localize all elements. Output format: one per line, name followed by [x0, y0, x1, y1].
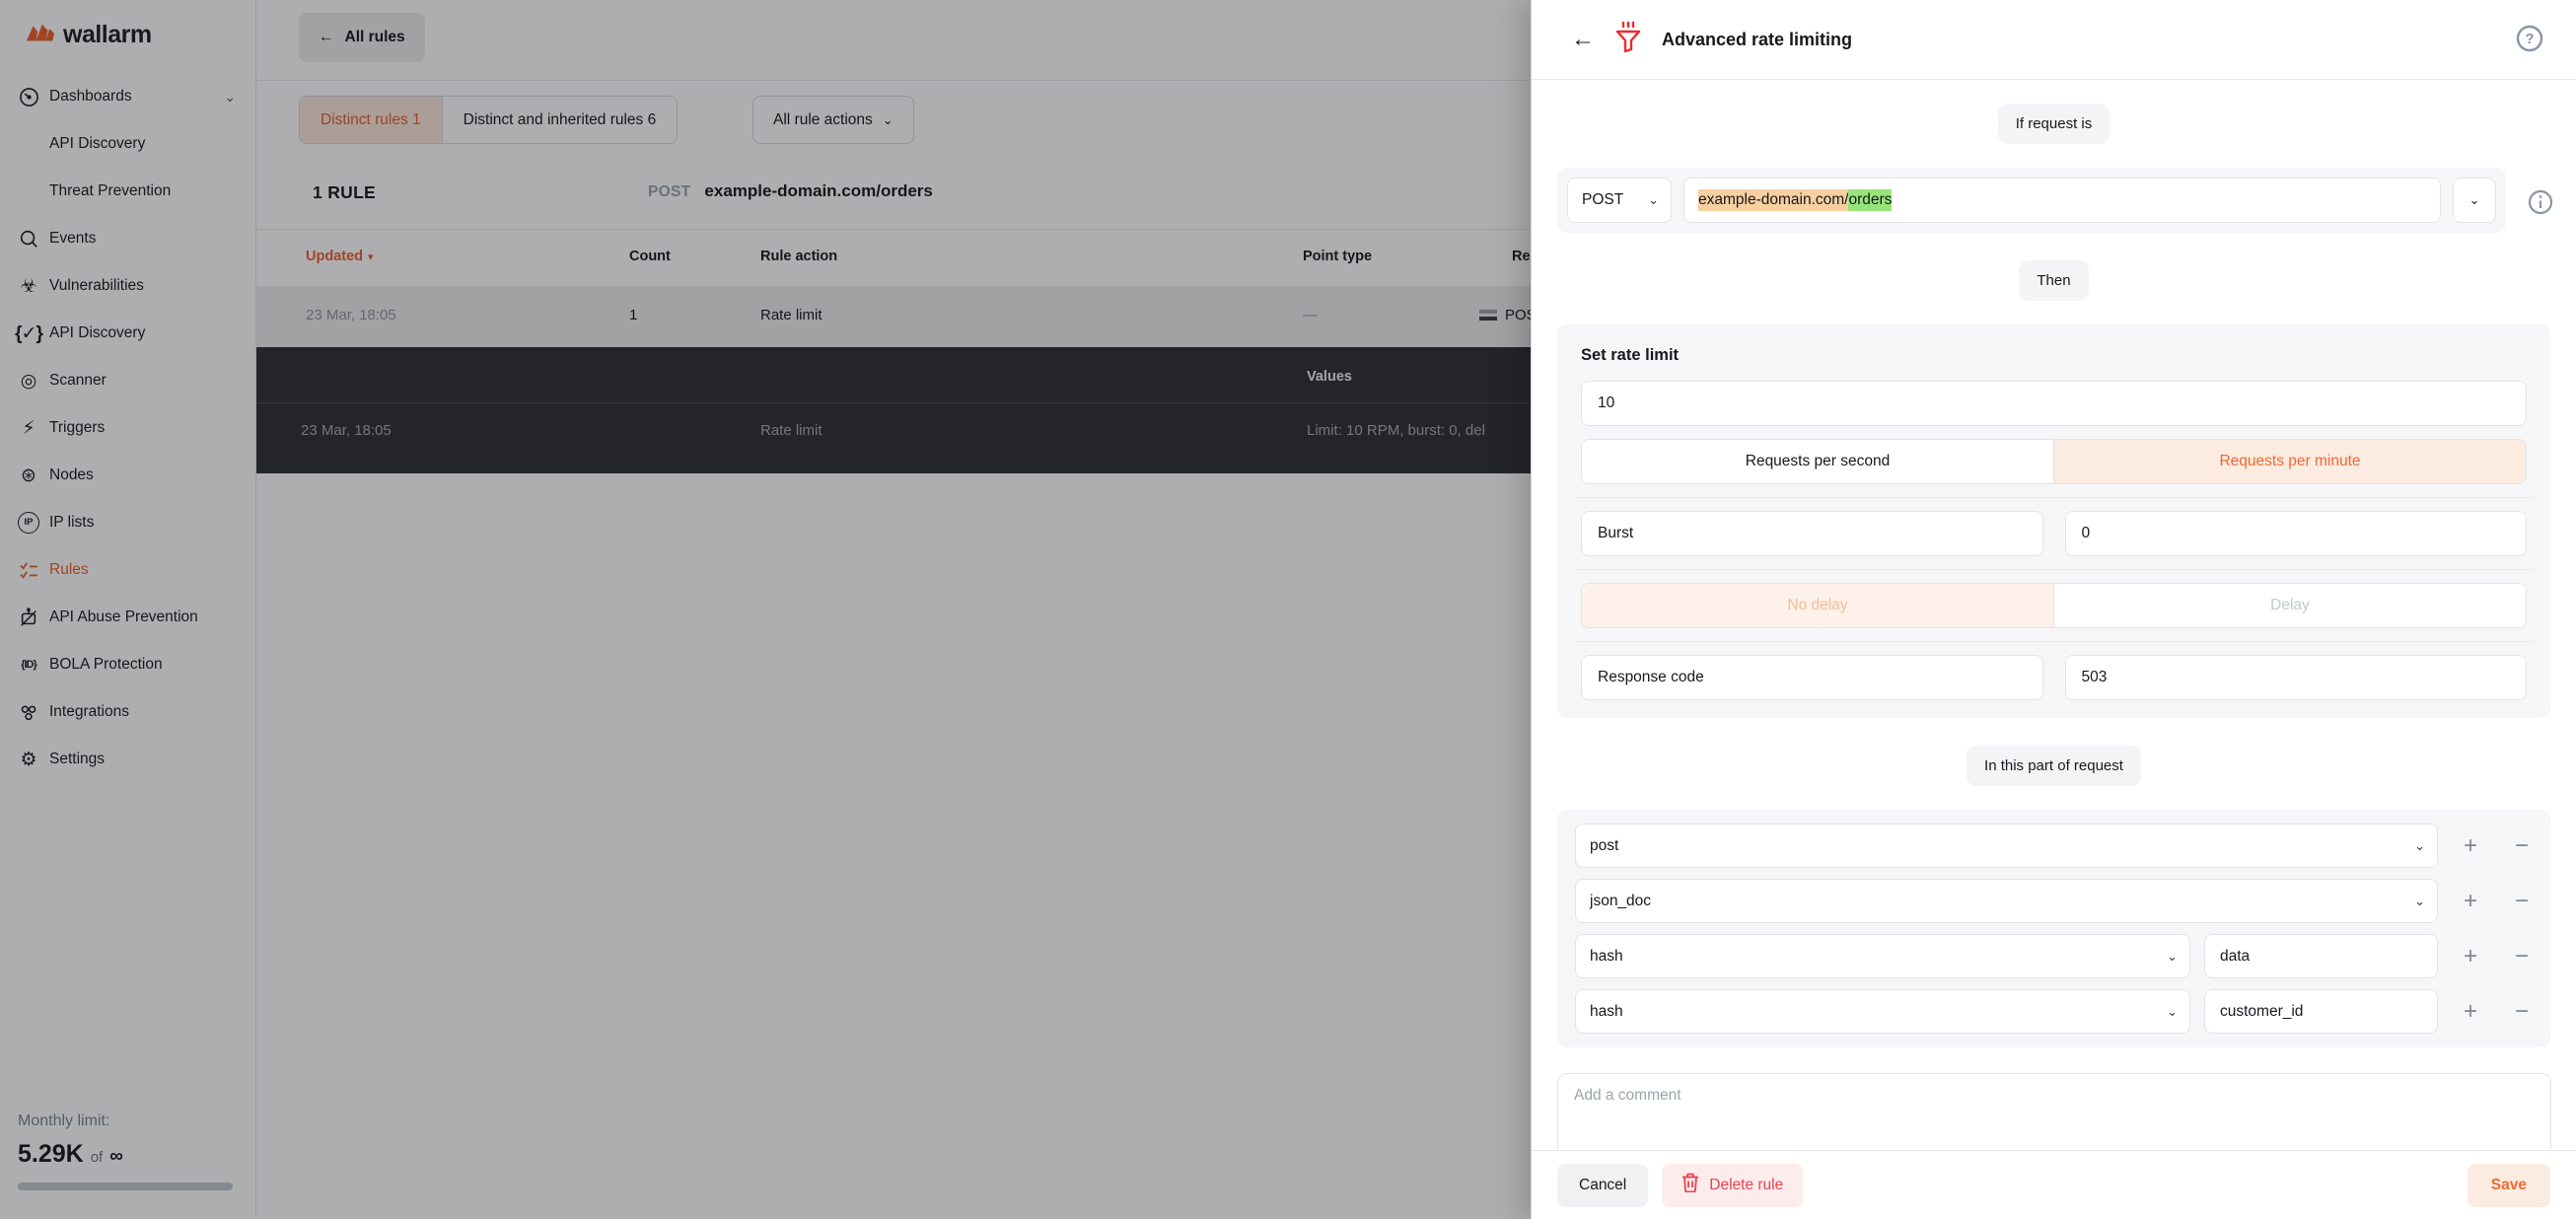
select-caret-icon: ⌄ [2414, 894, 2425, 909]
select-caret-icon: ⌄ [2414, 838, 2425, 854]
modal-dim-overlay [0, 0, 1531, 1219]
rate-unit-toggle: Requests per second Requests per minute [1581, 439, 2527, 484]
burst-label: Burst [1581, 511, 2043, 556]
card-divider [1575, 569, 2533, 570]
then-pill: Then [2019, 260, 2088, 301]
svg-text:?: ? [2525, 31, 2534, 47]
drawer-footer: Cancel Delete rule Save [1532, 1150, 2576, 1219]
remove-part-button[interactable]: − [2503, 883, 2540, 920]
add-part-button[interactable]: + [2452, 993, 2489, 1031]
part-value-field[interactable] [2204, 934, 2438, 978]
delay-option[interactable]: Delay [2053, 584, 2526, 627]
rate-limit-funnel-icon [1614, 21, 1642, 59]
trash-icon [1682, 1173, 1699, 1197]
rate-limit-value-input[interactable] [1581, 381, 2527, 426]
remove-part-button[interactable]: − [2503, 938, 2540, 975]
select-caret-icon: ⌄ [1648, 192, 1659, 208]
part-select-hash-1[interactable]: hash ⌄ [1575, 934, 2190, 978]
set-rate-limit-card: Set rate limit Requests per second Reque… [1557, 324, 2550, 718]
part-value-input-customer-id[interactable] [2205, 990, 2437, 1033]
add-part-button[interactable]: + [2452, 827, 2489, 865]
request-part-card: post ⌄ + − json_doc ⌄ + − hash ⌄ [1557, 810, 2550, 1047]
part-row: post ⌄ + − [1575, 824, 2540, 868]
part-select-post[interactable]: post ⌄ [1575, 824, 2438, 868]
requests-per-minute-option[interactable]: Requests per minute [2053, 440, 2526, 483]
cancel-button[interactable]: Cancel [1557, 1164, 1648, 1207]
uri-condition-input[interactable]: example-domain.com/orders [1683, 178, 2441, 223]
response-code-row: Response code [1581, 655, 2527, 700]
delete-rule-button[interactable]: Delete rule [1662, 1164, 1803, 1207]
response-code-input[interactable] [2082, 669, 2511, 686]
condition-expand-button[interactable]: ⌄ [2453, 178, 2496, 223]
delay-toggle: No delay Delay [1581, 583, 2527, 628]
uri-host-segment: example-domain.com/ [1698, 189, 1848, 211]
drawer-back-button[interactable]: ← [1571, 28, 1595, 51]
no-delay-option[interactable]: No delay [1582, 584, 2053, 627]
select-caret-icon: ⌄ [2167, 1004, 2178, 1020]
part-row: hash ⌄ + − [1575, 989, 2540, 1034]
card-divider [1575, 641, 2533, 642]
response-code-label: Response code [1581, 655, 2043, 700]
advanced-rate-limiting-drawer: ← Advanced rate limiting ? If request is… [1531, 0, 2576, 1219]
part-select-hash-2[interactable]: hash ⌄ [1575, 989, 2190, 1034]
app-root: wallarm Dashboards ⌄ API Discovery Threa… [0, 0, 2576, 1219]
save-button[interactable]: Save [2468, 1164, 2550, 1207]
burst-value-field[interactable] [2065, 511, 2528, 556]
part-value-field[interactable] [2204, 989, 2438, 1034]
part-value-input-data[interactable] [2205, 935, 2437, 977]
add-part-button[interactable]: + [2452, 883, 2489, 920]
burst-row: Burst [1581, 511, 2527, 556]
drawer-header: ← Advanced rate limiting ? [1532, 0, 2576, 80]
remove-part-button[interactable]: − [2503, 993, 2540, 1031]
info-icon[interactable] [2527, 188, 2554, 221]
requests-per-second-option[interactable]: Requests per second [1582, 440, 2053, 483]
comment-textarea[interactable] [1557, 1073, 2551, 1160]
set-rate-limit-title: Set rate limit [1581, 346, 2527, 365]
condition-row: POST ⌄ example-domain.com/orders ⌄ [1557, 168, 2550, 233]
card-divider [1575, 497, 2533, 498]
part-select-json-doc[interactable]: json_doc ⌄ [1575, 879, 2438, 923]
help-icon[interactable]: ? [2515, 24, 2544, 58]
response-code-field[interactable] [2065, 655, 2528, 700]
in-this-part-pill: In this part of request [1967, 746, 2141, 786]
part-row: hash ⌄ + − [1575, 934, 2540, 978]
method-select[interactable]: POST ⌄ [1567, 178, 1672, 223]
part-row: json_doc ⌄ + − [1575, 879, 2540, 923]
drawer-title: Advanced rate limiting [1662, 30, 1852, 50]
burst-input[interactable] [2082, 525, 2511, 542]
delete-rule-label: Delete rule [1709, 1177, 1783, 1194]
remove-part-button[interactable]: − [2503, 827, 2540, 865]
add-part-button[interactable]: + [2452, 938, 2489, 975]
select-caret-icon: ⌄ [2167, 949, 2178, 965]
if-request-is-pill: If request is [1998, 104, 2111, 144]
uri-path-segment: orders [1848, 189, 1892, 211]
